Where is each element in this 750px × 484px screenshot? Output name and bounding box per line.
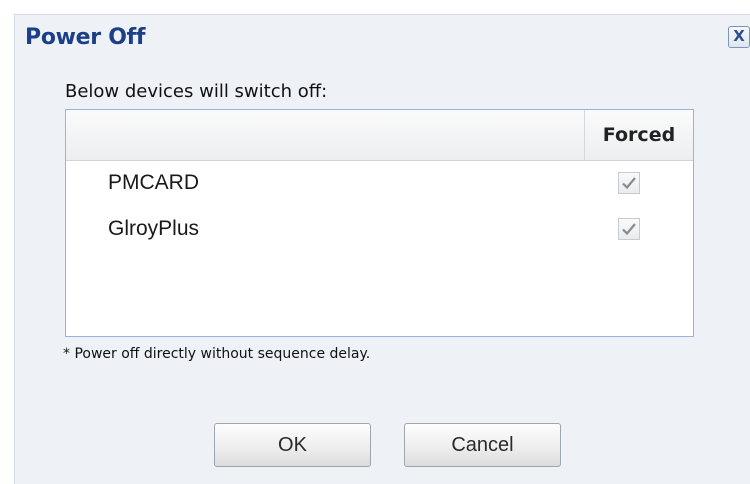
device-name: PMCARD	[108, 171, 200, 194]
dialog-title: Power Off	[25, 25, 146, 50]
ok-button[interactable]: OK	[214, 423, 371, 467]
table-row[interactable]: PMCARD	[66, 161, 693, 207]
close-button[interactable]: X	[728, 26, 750, 48]
cancel-button[interactable]: Cancel	[404, 423, 561, 467]
power-off-dialog: Power Off X Below devices will switch of…	[14, 14, 750, 484]
device-name: GlroyPlus	[108, 217, 200, 240]
devices-table: Forced PMCARD GlroyPlus	[65, 109, 694, 337]
table-row[interactable]: GlroyPlus	[66, 207, 693, 253]
forced-note: * Power off directly without sequence de…	[63, 346, 371, 362]
checkmark-icon	[622, 223, 636, 236]
column-header-device[interactable]	[66, 110, 585, 160]
dialog-subtitle: Below devices will switch off:	[65, 81, 328, 102]
table-body: PMCARD GlroyPlus	[66, 161, 693, 253]
close-icon: X	[733, 27, 745, 45]
forced-checkbox[interactable]	[618, 172, 640, 194]
checkmark-icon	[622, 177, 636, 190]
column-header-forced[interactable]: Forced	[585, 110, 693, 160]
table-header: Forced	[66, 110, 693, 161]
forced-checkbox[interactable]	[618, 218, 640, 240]
